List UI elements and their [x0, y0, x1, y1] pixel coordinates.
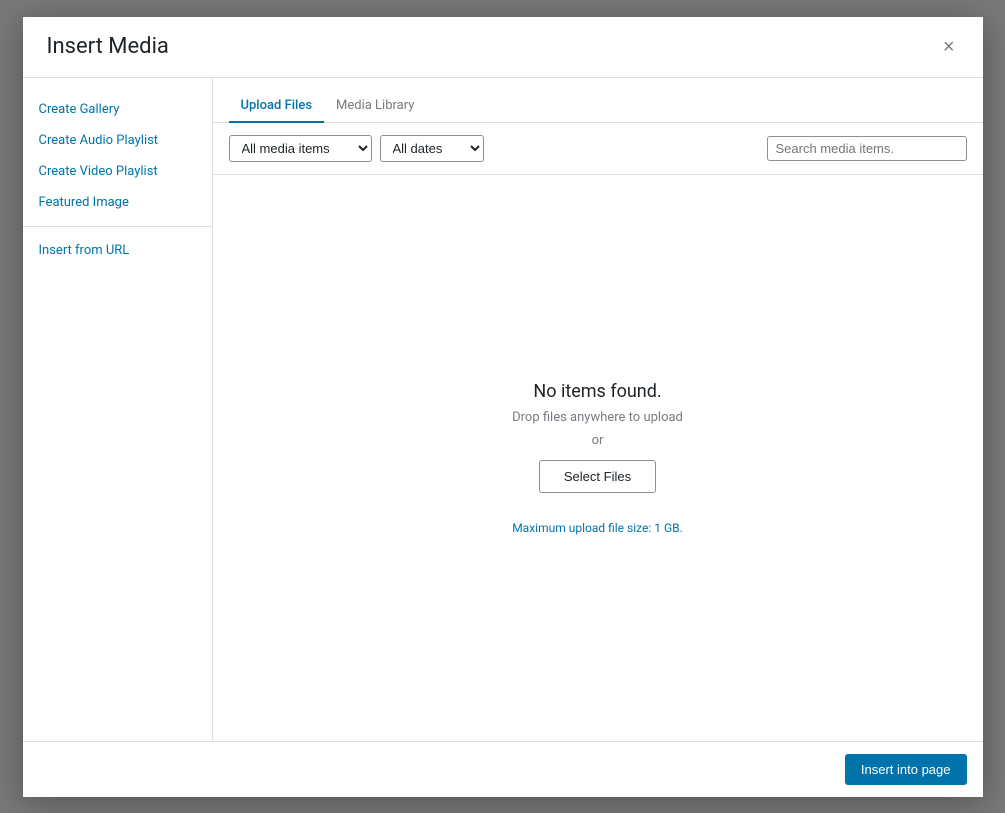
max-upload-size: 1 GB	[654, 521, 679, 535]
tab-upload-files[interactable]: Upload Files	[229, 90, 325, 123]
modal-footer: Insert into page	[23, 741, 983, 797]
sidebar-item-featured-image[interactable]: Featured Image	[23, 187, 212, 218]
sidebar-item-create-audio-playlist[interactable]: Create Audio Playlist	[23, 125, 212, 156]
no-items-text: No items found.	[533, 381, 661, 402]
media-items-filter[interactable]: All media items	[229, 135, 372, 162]
insert-into-page-button[interactable]: Insert into page	[845, 754, 967, 785]
modal-overlay: Insert Media × Create Gallery Create Aud…	[0, 0, 1005, 813]
modal-body: Create Gallery Create Audio Playlist Cre…	[23, 78, 983, 741]
sidebar: Create Gallery Create Audio Playlist Cre…	[23, 78, 213, 741]
tab-media-library[interactable]: Media Library	[324, 90, 426, 123]
max-upload-label: Maximum upload file size:	[512, 521, 654, 535]
content-area: Upload Files Media Library All media ite…	[213, 78, 983, 741]
max-upload-suffix: .	[680, 521, 683, 535]
filters-bar: All media items All dates	[213, 123, 983, 175]
search-input[interactable]	[767, 136, 967, 161]
modal-header: Insert Media ×	[23, 17, 983, 78]
insert-media-modal: Insert Media × Create Gallery Create Aud…	[23, 17, 983, 797]
max-upload-text: Maximum upload file size: 1 GB.	[512, 521, 683, 535]
sidebar-divider	[23, 226, 212, 227]
modal-title: Insert Media	[47, 34, 169, 59]
sidebar-item-create-gallery[interactable]: Create Gallery	[23, 94, 212, 125]
dates-filter[interactable]: All dates	[380, 135, 484, 162]
tabs-bar: Upload Files Media Library	[213, 78, 983, 123]
or-text: or	[592, 433, 604, 448]
sidebar-item-create-video-playlist[interactable]: Create Video Playlist	[23, 156, 212, 187]
sidebar-item-insert-from-url[interactable]: Insert from URL	[23, 235, 212, 266]
select-files-button[interactable]: Select Files	[539, 460, 656, 493]
upload-area: No items found. Drop files anywhere to u…	[213, 175, 983, 741]
close-button[interactable]: ×	[939, 33, 959, 61]
drop-files-text: Drop files anywhere to upload	[512, 410, 683, 425]
